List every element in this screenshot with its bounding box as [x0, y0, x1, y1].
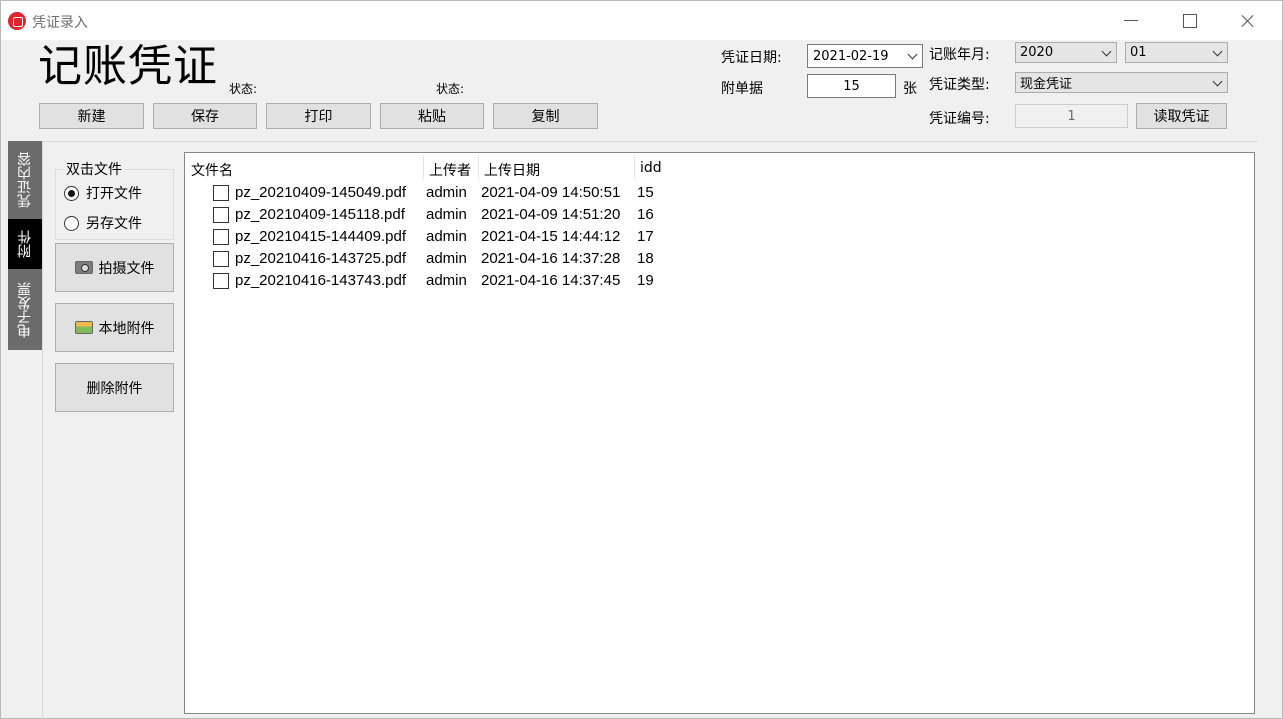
- card-icon: [74, 321, 93, 334]
- page-title: 记账凭证: [38, 41, 218, 92]
- chevron-down-icon: [1212, 46, 1223, 57]
- row-checkbox[interactable]: [213, 251, 229, 267]
- radio-save-as-file[interactable]: 另存文件: [64, 213, 142, 233]
- local-attachment-button[interactable]: 本地附件: [55, 303, 174, 352]
- column-separator[interactable]: [634, 155, 635, 179]
- upload-date: 2021-04-09 14:50:51: [481, 184, 621, 201]
- panel-divider: [42, 141, 43, 719]
- read-voucher-button[interactable]: 读取凭证: [1136, 103, 1227, 129]
- file-name: pz_20210415-144409.pdf: [235, 228, 406, 245]
- uploader: admin: [426, 206, 467, 223]
- capture-file-button[interactable]: 拍摄文件: [55, 243, 174, 292]
- status-label-1: 状态:: [229, 82, 258, 96]
- radio-unselected-icon: [64, 215, 79, 231]
- idd: 18: [637, 250, 654, 267]
- idd: 15: [637, 184, 654, 201]
- uploader: admin: [426, 250, 467, 267]
- column-header-filename[interactable]: 文件名: [191, 160, 233, 180]
- uploader: admin: [426, 272, 467, 289]
- upload-date: 2021-04-16 14:37:45: [481, 272, 621, 289]
- idd: 17: [637, 228, 654, 245]
- file-name: pz_20210416-143743.pdf: [235, 272, 406, 289]
- column-header-idd[interactable]: idd: [640, 160, 662, 176]
- row-checkbox[interactable]: [213, 229, 229, 245]
- attachment-label: 附单据: [721, 81, 763, 97]
- row-checkbox[interactable]: [213, 185, 229, 201]
- uploader: admin: [426, 228, 467, 245]
- table-row[interactable]: pz_20210415-144409.pdf admin 2021-04-15 …: [185, 226, 1254, 248]
- group-label: 双击文件: [63, 159, 125, 179]
- panel-divider: [42, 141, 1258, 142]
- ledger-year-value: 2020: [1020, 45, 1054, 60]
- tab-voucher-content[interactable]: 凭证内容: [8, 141, 42, 219]
- maximize-icon[interactable]: [1160, 1, 1218, 40]
- table-row[interactable]: pz_20210409-145049.pdf admin 2021-04-09 …: [185, 182, 1254, 204]
- uploader: admin: [426, 184, 467, 201]
- row-checkbox[interactable]: [213, 207, 229, 223]
- print-button[interactable]: 打印: [266, 103, 371, 129]
- voucher-date-picker[interactable]: 2021-02-19: [807, 44, 923, 68]
- file-list[interactable]: 文件名 上传者 上传日期 idd pz_20210409-145049.pdf …: [184, 152, 1255, 714]
- window-title: 凭证录入: [32, 15, 88, 31]
- ledger-month-select[interactable]: 01: [1125, 42, 1228, 63]
- app-logo-icon: [8, 12, 26, 30]
- chevron-down-icon: [1212, 76, 1223, 87]
- upload-date: 2021-04-09 14:51:20: [481, 206, 621, 223]
- column-header-upload-date[interactable]: 上传日期: [484, 160, 540, 180]
- table-row[interactable]: pz_20210409-145118.pdf admin 2021-04-09 …: [185, 204, 1254, 226]
- tab-attachments[interactable]: 附件: [8, 219, 42, 269]
- title-bar: 凭证录入: [1, 1, 1282, 40]
- voucher-entry-window: 凭证录入 记账凭证 状态: 状态: 新建 保存 打印 粘贴 复制 凭证日期: 2…: [0, 0, 1283, 719]
- minimize-icon[interactable]: [1102, 1, 1160, 40]
- radio-open-file[interactable]: 打开文件: [64, 183, 142, 203]
- local-attachment-label: 本地附件: [98, 320, 155, 337]
- radio-save-as-file-label: 另存文件: [86, 216, 142, 232]
- voucher-no-field: 1: [1015, 104, 1128, 128]
- file-name: pz_20210409-145049.pdf: [235, 184, 406, 201]
- chevron-down-icon: [1101, 46, 1112, 57]
- column-separator[interactable]: [478, 155, 479, 179]
- attachment-count-input[interactable]: 15: [807, 74, 896, 98]
- status-label-2: 状态:: [436, 82, 465, 96]
- save-button[interactable]: 保存: [153, 103, 257, 129]
- voucher-type-value: 现金凭证: [1020, 77, 1073, 92]
- new-button[interactable]: 新建: [39, 103, 144, 129]
- table-row[interactable]: pz_20210416-143725.pdf admin 2021-04-16 …: [185, 248, 1254, 270]
- table-row[interactable]: pz_20210416-143743.pdf admin 2021-04-16 …: [185, 270, 1254, 292]
- tab-attachments-label: 附件: [17, 230, 33, 258]
- file-name: pz_20210409-145118.pdf: [235, 206, 405, 223]
- row-checkbox[interactable]: [213, 273, 229, 289]
- tab-e-invoice-label: 电子发票: [17, 281, 33, 338]
- chevron-down-icon: [907, 49, 918, 60]
- tab-voucher-content-label: 凭证内容: [17, 152, 33, 208]
- camera-icon: [74, 261, 93, 274]
- upload-date: 2021-04-15 14:44:12: [481, 228, 621, 245]
- ledger-period-label: 记账年月:: [929, 47, 990, 63]
- capture-file-label: 拍摄文件: [98, 260, 155, 277]
- voucher-type-label: 凭证类型:: [929, 77, 990, 93]
- delete-attachment-button[interactable]: 删除附件: [55, 363, 174, 412]
- close-icon[interactable]: [1218, 1, 1276, 40]
- voucher-date-label: 凭证日期:: [721, 50, 782, 66]
- idd: 19: [637, 272, 654, 289]
- column-separator[interactable]: [423, 155, 424, 179]
- ledger-year-select[interactable]: 2020: [1015, 42, 1117, 63]
- attachment-unit-label: 张: [903, 81, 917, 97]
- paste-button[interactable]: 粘贴: [380, 103, 484, 129]
- voucher-date-value: 2021-02-19: [813, 48, 889, 64]
- idd: 16: [637, 206, 654, 223]
- radio-selected-icon: [64, 185, 79, 201]
- voucher-no-label: 凭证编号:: [929, 111, 990, 127]
- ledger-month-value: 01: [1130, 45, 1147, 60]
- copy-button[interactable]: 复制: [493, 103, 598, 129]
- file-name: pz_20210416-143725.pdf: [235, 250, 406, 267]
- tab-e-invoice[interactable]: 电子发票: [8, 269, 42, 350]
- radio-open-file-label: 打开文件: [86, 186, 142, 202]
- column-header-uploader[interactable]: 上传者: [429, 160, 471, 180]
- voucher-type-select[interactable]: 现金凭证: [1015, 72, 1228, 93]
- upload-date: 2021-04-16 14:37:28: [481, 250, 621, 267]
